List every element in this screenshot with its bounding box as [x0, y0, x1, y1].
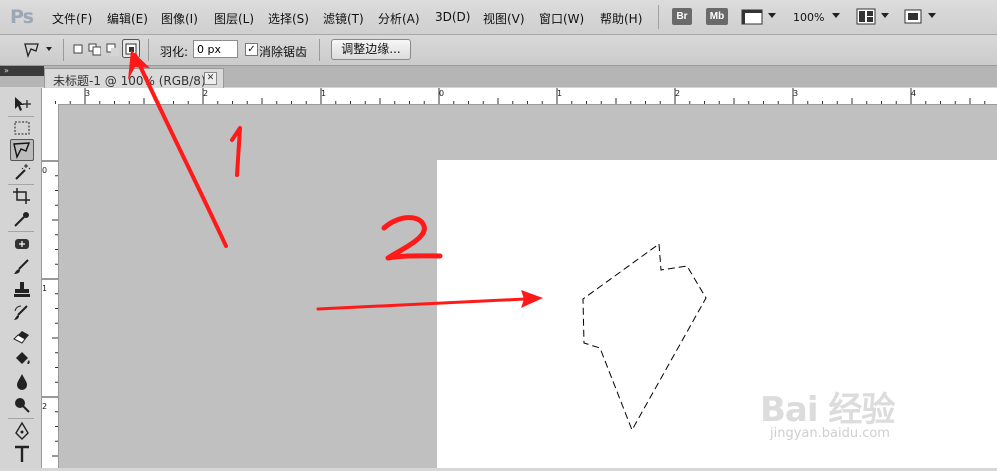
menu-view[interactable]: 视图(V): [483, 10, 525, 27]
eyedropper-icon[interactable]: [11, 209, 33, 229]
ruler-label: 1: [557, 89, 563, 98]
history-brush-icon[interactable]: [11, 303, 33, 323]
toolbox-collapse-button[interactable]: »: [0, 66, 44, 76]
add-to-selection-icon[interactable]: [88, 43, 101, 56]
toolbox-divider: [8, 418, 34, 419]
screen-mode-dropdown-icon[interactable]: [928, 13, 936, 18]
move-icon[interactable]: [11, 94, 33, 114]
menu-edit[interactable]: 编辑(E): [107, 10, 148, 27]
crop-icon[interactable]: [11, 186, 33, 206]
ruler-label: 0: [42, 166, 48, 175]
subtract-from-selection-icon[interactable]: [106, 43, 119, 56]
document-tab[interactable]: 未标题-1 @ 100% (RGB/8) * ✕: [44, 68, 224, 88]
ruler-label: 2: [675, 89, 681, 98]
blur-icon[interactable]: [11, 372, 33, 392]
feather-label: 羽化:: [160, 45, 189, 59]
toolbox: [0, 88, 42, 468]
bridge-button[interactable]: Br: [672, 8, 692, 25]
menubar-divider: [658, 5, 659, 29]
vertical-ruler: 0 1 2: [42, 104, 59, 468]
horizontal-ruler-ticks: [55, 88, 986, 104]
pen-icon[interactable]: [11, 421, 33, 441]
menu-help[interactable]: 帮助(H): [600, 10, 642, 27]
ruler-label: 3: [85, 89, 91, 98]
marquee-icon[interactable]: [11, 118, 33, 138]
type-icon[interactable]: [11, 444, 33, 464]
zoom-dropdown-icon[interactable]: [832, 13, 840, 18]
view-extras-icon[interactable]: [741, 8, 765, 26]
menu-layer[interactable]: 图层(L): [214, 10, 254, 27]
ruler-label: 3: [793, 89, 799, 98]
eraser-icon[interactable]: [11, 326, 33, 346]
ruler-label: 1: [42, 284, 48, 293]
arrange-documents-icon[interactable]: [856, 8, 878, 26]
refine-edge-button[interactable]: 调整边缘...: [331, 39, 411, 60]
new-selection-icon[interactable]: [72, 43, 85, 56]
menu-bar: Ps 文件(F) 编辑(E) 图像(I) 图层(L) 选择(S) 滤镜(T) 分…: [0, 0, 997, 35]
ruler-label: 0: [439, 89, 445, 98]
menu-file[interactable]: 文件(F): [52, 10, 92, 27]
intersect-selection-icon[interactable]: [122, 39, 140, 58]
view-extras-dropdown-icon[interactable]: [768, 13, 776, 18]
mini-bridge-button[interactable]: Mb: [706, 8, 728, 25]
ruler-label: 4: [911, 89, 917, 98]
photoshop-logo: Ps: [10, 6, 34, 28]
menu-3d[interactable]: 3D(D): [435, 10, 470, 24]
zoom-level[interactable]: 100%: [793, 11, 824, 24]
magic-wand-icon[interactable]: [11, 162, 33, 182]
paint-bucket-icon[interactable]: [11, 349, 33, 369]
tool-preset-dropdown-icon[interactable]: [46, 47, 52, 51]
document-tab-title: 未标题-1 @ 100% (RGB/8) *: [53, 74, 216, 88]
clone-stamp-icon[interactable]: [11, 280, 33, 300]
antialias-label: 消除锯齿: [259, 45, 308, 59]
arrange-dropdown-icon[interactable]: [881, 13, 889, 18]
watermark-brand: Bai 经验: [760, 390, 895, 430]
watermark-url: jingyan.baidu.com: [770, 426, 890, 441]
healing-brush-icon[interactable]: [11, 234, 33, 254]
document-tab-bar: » 未标题-1 @ 100% (RGB/8) * ✕: [0, 66, 997, 88]
menu-window[interactable]: 窗口(W): [539, 10, 584, 27]
ruler-label: 2: [203, 89, 209, 98]
options-divider: [319, 39, 320, 61]
baidu-watermark: Bai 经验 jingyan.baidu.com: [760, 382, 980, 452]
antialias-checkbox[interactable]: ✓: [245, 43, 258, 56]
options-divider: [63, 39, 64, 61]
brush-icon[interactable]: [11, 257, 33, 277]
options-bar: 羽化: ✓ 消除锯齿 调整边缘...: [0, 35, 997, 66]
polygonal-lasso-icon[interactable]: [10, 139, 34, 161]
dodge-icon[interactable]: [11, 395, 33, 415]
menu-filter[interactable]: 滤镜(T): [323, 10, 364, 27]
feather-input[interactable]: [193, 40, 238, 58]
menu-analysis[interactable]: 分析(A): [378, 10, 420, 27]
toolbox-divider: [8, 184, 34, 185]
menu-image[interactable]: 图像(I): [161, 10, 198, 27]
toolbox-divider: [8, 231, 34, 232]
ruler-label: 2: [42, 402, 48, 411]
menu-select[interactable]: 选择(S): [268, 10, 309, 27]
screen-mode-icon[interactable]: [903, 8, 925, 26]
close-icon[interactable]: ✕: [204, 72, 217, 85]
toolbox-divider: [8, 116, 34, 117]
options-divider: [148, 39, 149, 61]
polygonal-lasso-preset-icon[interactable]: [21, 40, 43, 60]
horizontal-ruler: 3 2 1 0 1 2 3 4: [42, 88, 997, 105]
ruler-label: 1: [321, 89, 327, 98]
